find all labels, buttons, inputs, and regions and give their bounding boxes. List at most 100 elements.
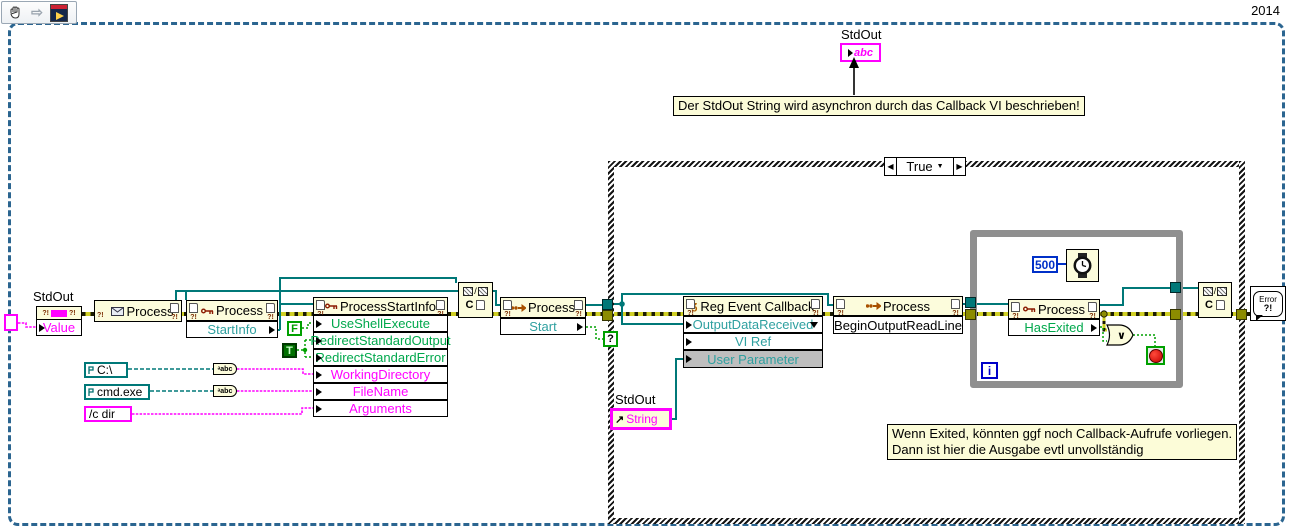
close-glyphs: C — [1199, 299, 1231, 311]
event-row-outputdatareceived[interactable]: OutputDataReceived — [683, 316, 823, 333]
corner-decor: ?! — [503, 300, 512, 318]
empty-string-constant[interactable] — [4, 314, 18, 331]
loop-stop-terminal[interactable] — [1146, 346, 1165, 365]
reg-event-callback-node-header[interactable]: ?! ʒ Reg Event Callback ?! — [683, 296, 823, 317]
page-icon — [1011, 302, 1020, 312]
case-structure-border-right[interactable] — [1239, 161, 1245, 524]
corner-decor: ?! — [574, 300, 583, 318]
method-row-beginoutputreadline[interactable]: BeginOutputReadLine — [833, 316, 963, 334]
input-arrow-icon — [686, 355, 692, 363]
path-to-string-node[interactable]: ᵃabc — [213, 363, 237, 375]
page-icon — [316, 300, 325, 310]
page-icon — [811, 299, 820, 309]
tunnel-error-out[interactable] — [1170, 309, 1181, 320]
working-dir-path-constant[interactable]: C:\ — [84, 362, 128, 378]
close-reference-node[interactable]: / C — [458, 282, 493, 318]
property-name: StartInfo — [207, 322, 257, 337]
page-icon — [189, 303, 198, 313]
page-icon — [1215, 300, 1225, 310]
property-row-filename[interactable]: FileName — [313, 383, 448, 400]
error-terminal-glyph: ?! — [42, 309, 49, 317]
pan-hand-tool-icon[interactable] — [6, 4, 24, 21]
input-arrow-icon — [316, 370, 322, 379]
event-row-vi-ref[interactable]: VI Ref — [683, 333, 823, 350]
stdout-property-label: StdOut — [33, 289, 74, 304]
refnum-arrow-icon: ↗ — [615, 413, 625, 426]
true-constant[interactable]: T — [282, 343, 297, 358]
property-row-hasexited[interactable]: HasExited — [1008, 319, 1100, 336]
tunnel-error-in[interactable] — [965, 309, 976, 320]
case-structure-border-bottom[interactable] — [608, 518, 1245, 524]
node-title: ProcessStartInfo — [339, 298, 437, 314]
close-reference-node[interactable]: / C — [1198, 282, 1232, 318]
arrow-tool-icon[interactable]: ⇨ — [28, 4, 46, 21]
page-icon — [266, 303, 275, 313]
watch-icon — [1073, 253, 1092, 278]
refnum-type: String — [626, 412, 658, 426]
invoke-method-icon — [866, 302, 882, 310]
error-terminal-glyph: ?! — [97, 312, 104, 319]
begin-output-invoke-node-header[interactable]: ?! Process ?! — [833, 296, 963, 317]
string-text: /c dir — [89, 407, 116, 421]
page-icon — [503, 300, 512, 310]
path-text: cmd.exe — [97, 385, 143, 399]
property-row-arguments[interactable]: Arguments — [313, 400, 448, 417]
page-icon — [836, 299, 845, 309]
prev-case-arrow-icon[interactable]: ◀ — [885, 158, 896, 175]
next-case-arrow-icon[interactable]: ▶ — [954, 158, 965, 175]
property-row-value[interactable]: Value — [36, 319, 82, 336]
hasexited-property-node-header[interactable]: ?! Process ?! — [1008, 299, 1100, 320]
block-diagram: ⇨ 2014 StdOut abc Der StdOut String wird… — [0, 0, 1292, 531]
process-constructor-node[interactable]: ?! Process ?! — [94, 300, 182, 322]
input-arrow-icon — [316, 319, 322, 328]
node-title: Process — [216, 303, 263, 318]
tunnel-error-in[interactable] — [602, 310, 613, 321]
startinfo-property-node-header[interactable]: ?! Process ?! — [186, 300, 278, 321]
comment-stdout-note[interactable]: Der StdOut String wird asynchron durch d… — [673, 96, 1085, 116]
psi-property-node-header[interactable]: ?! ProcessStartInfo ?! — [313, 297, 448, 318]
comment-exited-note[interactable]: Wenn Exited, könnten ggf noch Callback-A… — [887, 424, 1238, 460]
corner-decor: ?! — [1088, 302, 1097, 320]
method-row-start[interactable]: Start — [500, 318, 586, 335]
event-dropdown-icon[interactable] — [810, 321, 818, 328]
error-bubble-icon: Error ?! — [1253, 290, 1283, 321]
property-row-redirectstandarderror[interactable]: RedirectStandardError — [313, 349, 448, 366]
property-name: WorkingDirectory — [330, 367, 431, 382]
stdout-control-refnum-constant[interactable]: ↗ String — [610, 408, 672, 430]
wait-ms-constant[interactable]: 500 — [1032, 256, 1058, 273]
stdout-indicator-label: StdOut — [841, 27, 882, 42]
start-invoke-node-header[interactable]: ?! Process ?! — [500, 297, 586, 318]
property-key-icon — [1023, 306, 1036, 312]
error-terminal-glyph: ?! — [69, 309, 76, 317]
stdout-property-node-header[interactable]: ?! ?! — [36, 306, 82, 320]
corner-decor: ?! — [266, 303, 275, 321]
vi-icon[interactable] — [50, 3, 68, 22]
tunnel-process-refnum[interactable] — [602, 299, 613, 310]
false-constant[interactable]: F — [287, 321, 302, 336]
loop-iteration-terminal[interactable]: i — [981, 362, 998, 379]
property-row-workingdirectory[interactable]: WorkingDirectory — [313, 366, 448, 383]
case-selector-terminal[interactable]: ? — [603, 331, 618, 347]
input-arrow-icon — [686, 337, 692, 346]
input-arrow-icon — [316, 387, 322, 396]
tunnel-error-out[interactable] — [1236, 309, 1247, 320]
simple-error-handler-vi[interactable]: Error ?! — [1250, 286, 1286, 321]
tunnel-refnum-out[interactable] — [1170, 282, 1181, 293]
property-row-redirectstandardoutput[interactable]: RedirectStandardOutput — [310, 332, 451, 349]
event-row-user-parameter[interactable]: User Parameter — [683, 350, 823, 368]
property-row-startinfo[interactable]: StartInfo — [186, 321, 278, 338]
corner-decor: ?! — [189, 303, 198, 321]
page-icon — [574, 300, 583, 310]
wait-ms-function[interactable] — [1066, 249, 1099, 282]
tunnel-refnum-in[interactable] — [965, 297, 976, 308]
case-selector-label[interactable]: ◀ True ▼ ▶ — [884, 157, 966, 176]
path-to-string-node[interactable]: ᵃabc — [213, 385, 237, 397]
property-name: Arguments — [349, 401, 412, 416]
close-glyphs: C — [459, 299, 492, 311]
property-row-useshellexecute[interactable]: UseShellExecute — [313, 315, 448, 332]
arguments-string-constant[interactable]: /c dir — [84, 406, 132, 422]
page-icon — [951, 299, 960, 309]
filename-path-constant[interactable]: cmd.exe — [84, 384, 150, 400]
or-function[interactable]: ∨ — [1106, 324, 1134, 346]
case-dropdown-icon[interactable]: ▼ — [937, 163, 944, 170]
